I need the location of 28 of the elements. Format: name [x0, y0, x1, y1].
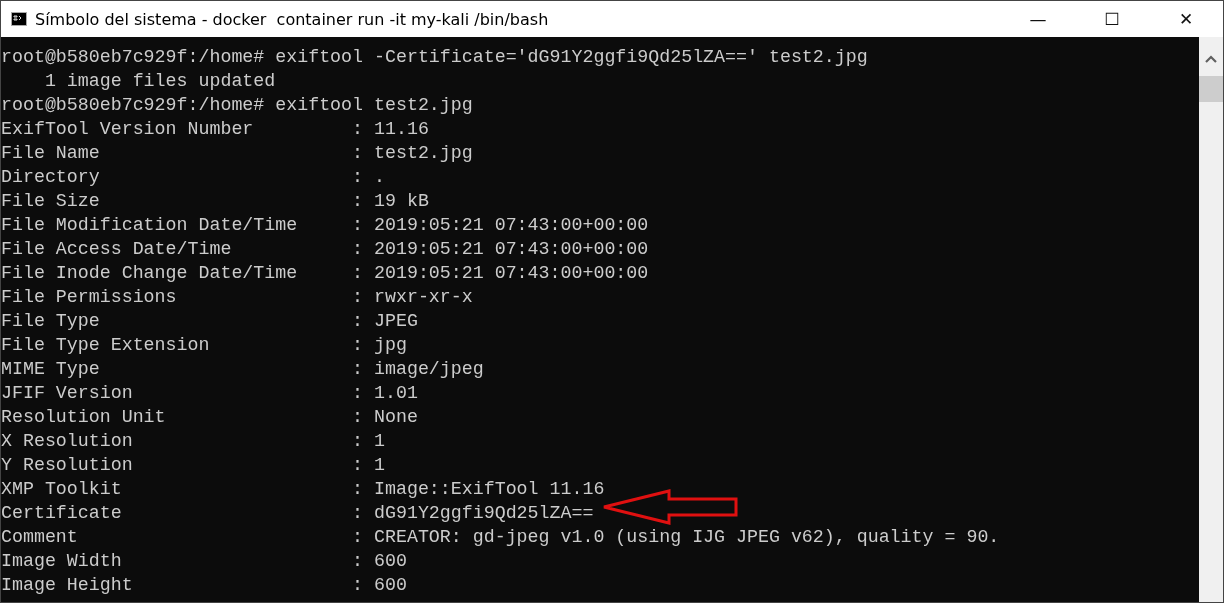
terminal-line: File Name : test2.jpg: [1, 142, 473, 165]
terminal-line: MIME Type : image/jpeg: [1, 358, 484, 381]
terminal-line: Resolution Unit : None: [1, 406, 418, 429]
terminal-line: ExifTool Version Number : 11.16: [1, 118, 429, 141]
terminal-line: File Type Extension : jpg: [1, 334, 407, 357]
terminal-line: Comment : CREATOR: gd-jpeg v1.0 (using IJG JPEG v62), quality = 90.: [1, 526, 1000, 549]
terminal-line: JFIF Version : 1.01: [1, 382, 418, 405]
terminal-line: root@b580eb7c929f:/home# exiftool -Certificate='dG91Y2ggfi9Qd25lZA==' test2.jpg: [1, 46, 868, 69]
terminal-line: Image Width : 600: [1, 550, 407, 573]
terminal-line: File Size : 19 kB: [1, 190, 429, 213]
scroll-up-icon[interactable]: [1205, 55, 1217, 63]
window-title: Símbolo del sistema - docker container run -it my-kali /bin/bash: [35, 9, 550, 29]
terminal-line: Directory : .: [1, 166, 385, 189]
terminal-line: XMP Toolkit : Image::ExifTool 11.16: [1, 478, 605, 501]
terminal-line: File Type : JPEG: [1, 310, 418, 333]
terminal-line: Image Height : 600: [1, 574, 407, 597]
terminal-line: Certificate : dG91Y2ggfi9Qd25lZA==: [1, 502, 594, 525]
terminal-line: X Resolution : 1: [1, 430, 385, 453]
terminal-line: root@b580eb7c929f:/home# exiftool test2.jpg: [1, 94, 473, 117]
terminal-icon: [11, 11, 27, 27]
scroll-thumb[interactable]: [1199, 76, 1223, 102]
terminal-line: 1 image files updated: [43, 70, 276, 93]
terminal-line: Y Resolution : 1: [1, 454, 385, 477]
terminal-line: File Access Date/Time : 2019:05:21 07:43:00+00:00: [1, 238, 649, 261]
scrollbar[interactable]: [1199, 37, 1223, 602]
terminal-line: File Inode Change Date/Time : 2019:05:21 07:43:00+00:00: [1, 262, 649, 285]
terminal-line: File Permissions : rwxr-xr-x: [1, 286, 473, 309]
terminal-line: File Modification Date/Time : 2019:05:21 07:43:00+00:00: [1, 214, 649, 237]
